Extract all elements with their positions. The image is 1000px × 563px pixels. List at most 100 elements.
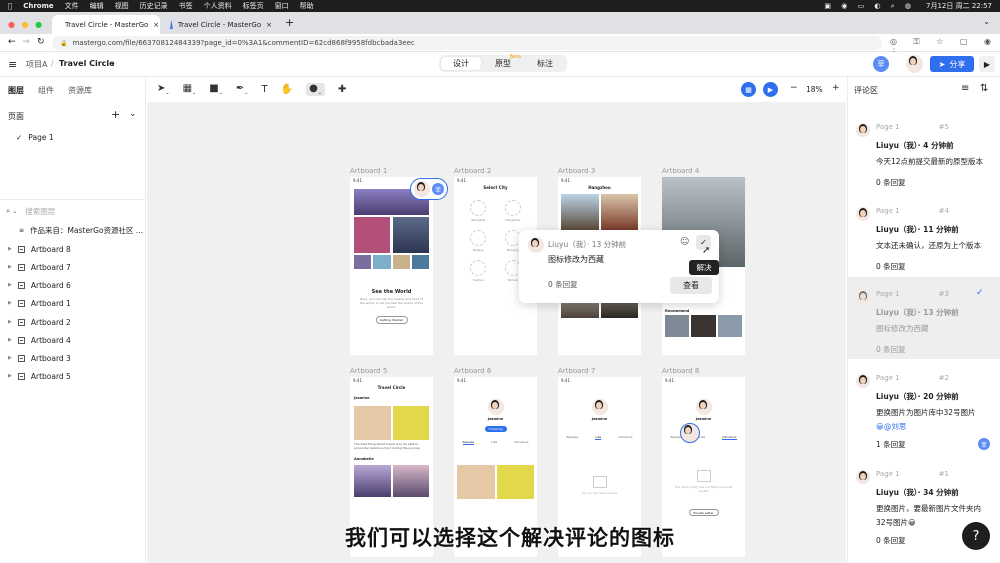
menubar-app[interactable]: Chrome <box>23 2 53 10</box>
window-controls[interactable]: ● ● ● <box>8 20 44 29</box>
follow-button[interactable]: Following <box>484 426 507 432</box>
artboard-label[interactable]: Artboard 3 <box>558 167 595 175</box>
comment-marker[interactable] <box>680 423 700 443</box>
layer-item[interactable]: ▶ Artboard 6 <box>0 276 146 294</box>
chevron-down-icon[interactable]: ⌄ <box>129 109 137 119</box>
comment-item[interactable]: Page 1 #4 Liuyu（我）· 11 分钟前 文本还未确认，还原为上个版本… <box>848 205 1000 285</box>
comment-item-resolved[interactable]: Page 1 #3 ✓ Liuyu（我）· 13 分钟前 图标修改为西藏 0 条回… <box>848 277 1000 359</box>
city-label[interactable]: Wuhan <box>508 278 518 282</box>
layer-item[interactable]: ▶ Artboard 1 <box>0 294 146 312</box>
layer-item[interactable]: ▶ Artboard 3 <box>0 349 146 367</box>
comment-tool-icon[interactable]: ●⌄ <box>306 83 325 96</box>
layer-item[interactable]: ▶ Artboard 2 <box>0 313 146 331</box>
url-field[interactable]: 🔒 mastergo.com/file/66370812484339?page_… <box>52 36 882 50</box>
zoom-out-icon[interactable]: − <box>790 83 798 93</box>
share-button[interactable]: ➤ 分享 <box>930 56 974 72</box>
reply-count[interactable]: 0 条回复 <box>876 177 1000 188</box>
tab-layers[interactable]: 图层 <box>8 85 24 96</box>
menubar-item[interactable]: 视图 <box>115 1 129 11</box>
profile-tab[interactable]: Like <box>595 435 602 440</box>
comment-item[interactable]: Page 1 #2 Liuyu（我）· 20 分钟前 更换图片为图片库中32号图片… <box>848 372 1000 462</box>
profile-tab[interactable]: Introduce <box>618 435 632 440</box>
artboard-label[interactable]: Artboard 2 <box>454 167 491 175</box>
close-icon[interactable]: × <box>153 21 159 29</box>
zoom-level[interactable]: 18% <box>806 85 823 94</box>
reply-count[interactable]: 0 条回复 <box>876 261 1000 272</box>
canvas[interactable]: Artboard 1 Artboard 2 Artboard 3 Artboar… <box>147 102 846 563</box>
private-letter-button[interactable]: Private Letter <box>688 509 719 516</box>
mention[interactable]: @刘思 <box>884 422 907 431</box>
zoom-in-icon[interactable]: + <box>832 83 840 93</box>
hand-tool-icon[interactable]: ✋ <box>281 84 293 95</box>
emoji-icon[interactable]: ☺ <box>680 237 689 247</box>
plugin-icon[interactable]: ✚ <box>338 84 346 95</box>
help-button[interactable]: ? <box>962 522 990 550</box>
menubar-item[interactable]: 编辑 <box>90 1 104 11</box>
play-icon[interactable]: ▶ <box>979 56 995 72</box>
user-avatar-badge[interactable]: 菲 <box>873 56 889 72</box>
menubar-item[interactable]: 帮助 <box>300 1 314 11</box>
view-button[interactable]: 查看 <box>670 277 712 294</box>
artboard-label[interactable]: Artboard 7 <box>558 367 595 375</box>
layer-item-source[interactable]: ≡ 作品来自：MasterGo资源社区 ... <box>0 221 146 239</box>
city-label[interactable]: Shanghai <box>471 218 485 222</box>
layer-item[interactable]: ▶ Artboard 5 <box>0 367 146 385</box>
present-icon[interactable]: ▶ <box>763 82 778 97</box>
city-label[interactable]: Suzhou <box>473 278 484 282</box>
tab-prototype[interactable]: 原型 Beta <box>483 54 523 70</box>
close-icon[interactable]: × <box>266 21 272 29</box>
file-title[interactable]: Travel Circle <box>59 59 115 68</box>
comment-item[interactable]: Page 1 #5 Liuyu（我）· 4 分钟前 今天12点前提交最新的原型版本… <box>848 121 1000 201</box>
avatar[interactable] <box>906 55 923 73</box>
artboard-label[interactable]: Artboard 5 <box>350 367 387 375</box>
city-label[interactable]: Nanjing <box>507 248 518 252</box>
layer-item[interactable]: ▶ Artboard 7 <box>0 258 146 276</box>
hamburger-menu-icon[interactable]: ≡ <box>8 58 17 71</box>
layer-search[interactable]: ⌕ ⌄ 搜索图层 <box>0 202 146 220</box>
browser-tab[interactable]: Travel Circle - MasterGo × <box>162 15 280 34</box>
city-label[interactable]: Hangzhou <box>505 218 520 222</box>
artboard-1[interactable]: 9:41 See the World Here, you can see the… <box>350 177 433 355</box>
profile-tab[interactable]: Introduce <box>722 435 737 440</box>
reply-count[interactable]: 0 条回复 <box>876 344 1000 355</box>
resolved-check-icon[interactable]: ✓ <box>976 288 984 298</box>
tab-library[interactable]: 资源库 <box>68 85 92 96</box>
menubar-item[interactable]: 个人资料 <box>204 1 232 11</box>
profile-tab[interactable]: Like <box>491 440 497 445</box>
artboard-label[interactable]: Artboard 1 <box>350 167 387 175</box>
chevron-down-icon[interactable]: ⌄ <box>110 59 116 67</box>
profile-tab[interactable]: Release <box>567 435 579 440</box>
tab-components[interactable]: 组件 <box>38 85 54 96</box>
move-tool-icon[interactable]: ➤⌄ <box>157 83 170 96</box>
comment-marker[interactable]: 菲 <box>410 178 448 200</box>
settings-sliders-icon[interactable]: ⇅ <box>980 83 988 94</box>
artboard-label[interactable]: Artboard 4 <box>662 167 699 175</box>
page-item[interactable]: ✓ Page 1 <box>0 128 146 146</box>
breadcrumb-project[interactable]: 项目A <box>26 59 47 70</box>
tab-design[interactable]: 设计 <box>441 57 481 70</box>
rectangle-tool-icon[interactable]: ■⌄ <box>209 83 223 96</box>
layer-item[interactable]: ▶ Artboard 8 <box>0 240 146 258</box>
new-tab-icon[interactable]: + <box>285 16 294 29</box>
layer-item[interactable]: ▶ Artboard 4 <box>0 331 146 349</box>
city-label[interactable]: Beijing <box>473 248 483 252</box>
text-tool-icon[interactable]: T <box>262 84 268 95</box>
add-page-icon[interactable]: + <box>111 108 120 121</box>
reply-count[interactable]: 0 条回复 <box>548 279 578 290</box>
menubar-item[interactable]: 历史记录 <box>140 1 168 11</box>
artboard-label[interactable]: Artboard 6 <box>454 367 491 375</box>
pen-tool-icon[interactable]: ✒⌄ <box>236 83 249 96</box>
browser-tab-active[interactable]: Travel Circle - MasterGo × <box>52 15 160 34</box>
grid-view-icon[interactable]: ▦ <box>741 82 756 97</box>
menubar-item[interactable]: 书签 <box>179 1 193 11</box>
tab-annotation[interactable]: 标注 <box>525 57 565 70</box>
forward-icon[interactable]: → <box>22 37 30 47</box>
back-icon[interactable]: ← <box>8 37 16 47</box>
profile-tab[interactable]: Like <box>699 435 705 440</box>
menubar-item[interactable]: 窗口 <box>275 1 289 11</box>
menubar-item[interactable]: 文件 <box>65 1 79 11</box>
frame-tool-icon[interactable]: ▦⌄ <box>183 83 197 96</box>
menubar-item[interactable]: 标签页 <box>243 1 264 11</box>
list-filter-icon[interactable]: ≡ <box>961 83 969 94</box>
apple-icon[interactable]:  <box>8 2 12 10</box>
